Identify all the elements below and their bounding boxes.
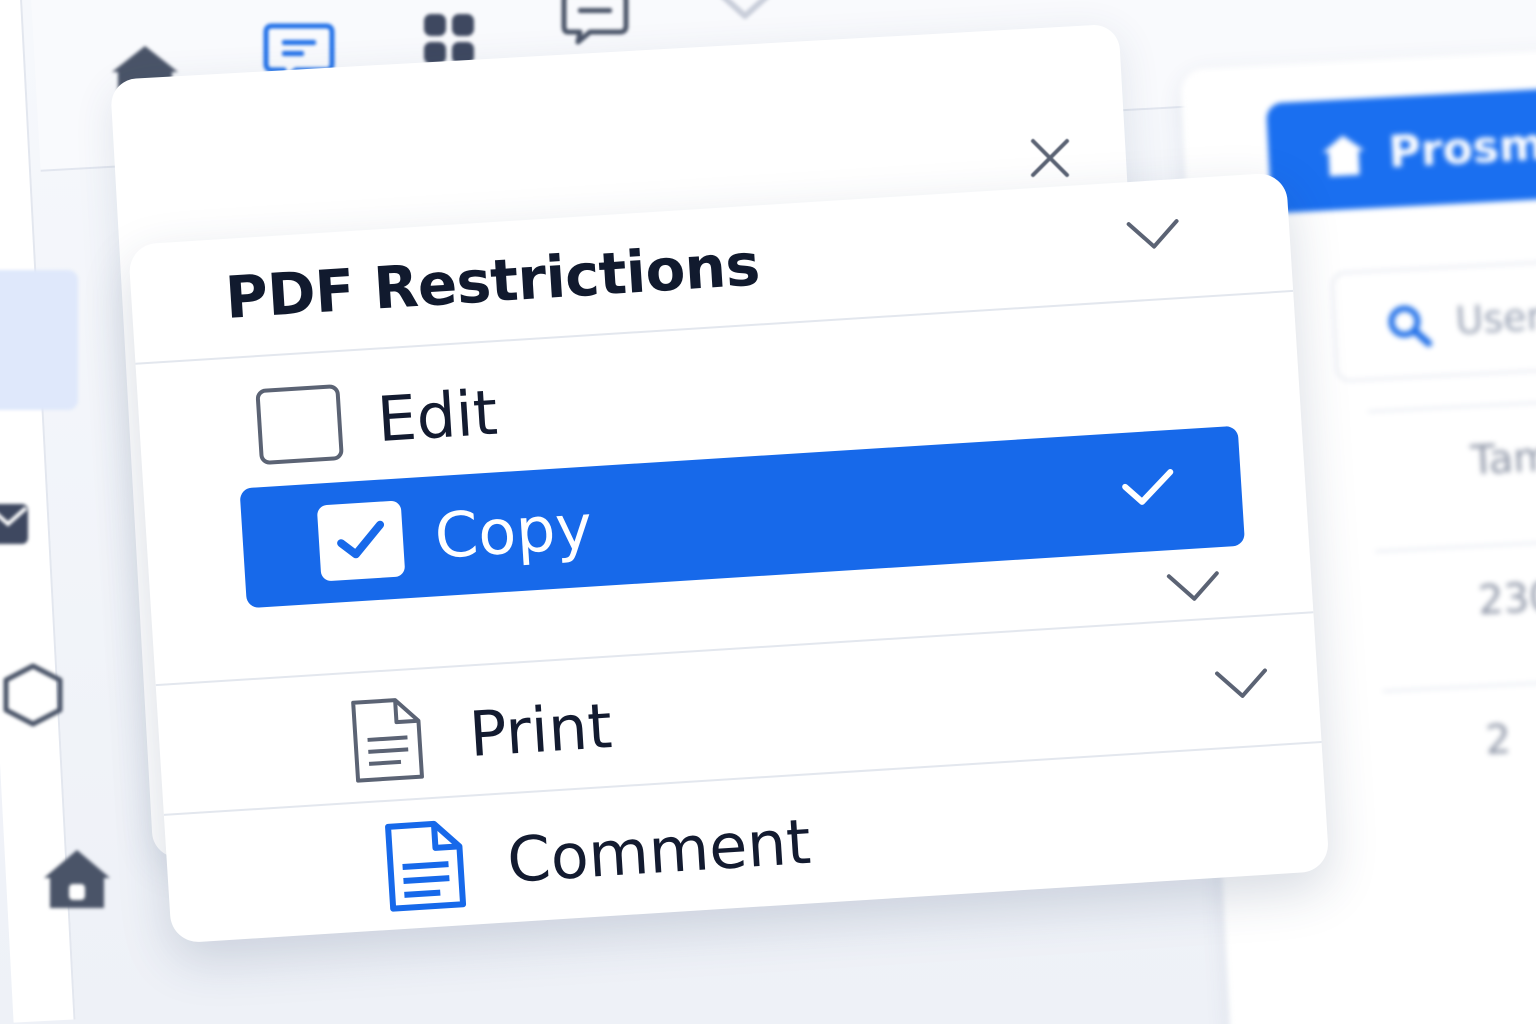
table-cell: 230 xyxy=(1477,574,1536,625)
hexagon-icon[interactable] xyxy=(0,662,66,732)
chevron-down-icon[interactable] xyxy=(1213,664,1271,707)
document-blue-icon xyxy=(375,815,477,917)
search-icon xyxy=(1385,301,1434,358)
table-row[interactable]: 2 xyxy=(1382,674,1536,801)
table-cell: Tamm xyxy=(1469,432,1536,485)
message-icon[interactable] xyxy=(560,0,630,50)
app-window: Prosm User Tamm 230 2 PDF Restrictions E… xyxy=(0,0,1536,1024)
table-row[interactable]: 230 xyxy=(1375,534,1536,661)
copy-checkbox[interactable] xyxy=(310,490,412,592)
table-row[interactable]: Tamm xyxy=(1368,394,1536,521)
option-label: Print xyxy=(467,689,615,771)
shield-icon[interactable] xyxy=(712,0,778,26)
close-icon xyxy=(1027,135,1073,185)
table-cell: 2 xyxy=(1484,716,1513,764)
edit-checkbox[interactable] xyxy=(249,374,351,476)
checkbox-unchecked[interactable] xyxy=(255,384,344,466)
option-label: Copy xyxy=(432,490,595,573)
chevron-down-icon[interactable] xyxy=(1124,215,1182,258)
option-label: Edit xyxy=(375,375,500,457)
pdf-restrictions-card: PDF Restrictions Edit Copy Print Comment xyxy=(128,172,1330,944)
chevron-down-icon[interactable] xyxy=(1164,567,1222,610)
check-icon xyxy=(337,520,385,559)
option-label: Comment xyxy=(505,804,813,897)
primary-button[interactable]: Prosm xyxy=(1265,86,1536,214)
check-icon xyxy=(1120,468,1177,515)
mail-icon[interactable] xyxy=(0,496,30,552)
sidebar-active-item[interactable] xyxy=(0,270,78,410)
search-placeholder: User xyxy=(1454,294,1536,343)
settings-icon xyxy=(1320,132,1369,189)
checkbox-checked[interactable] xyxy=(316,500,406,582)
home-icon[interactable] xyxy=(40,846,114,916)
document-icon xyxy=(337,689,439,791)
search-input[interactable]: User xyxy=(1330,256,1536,383)
primary-button-label: Prosm xyxy=(1387,118,1536,178)
